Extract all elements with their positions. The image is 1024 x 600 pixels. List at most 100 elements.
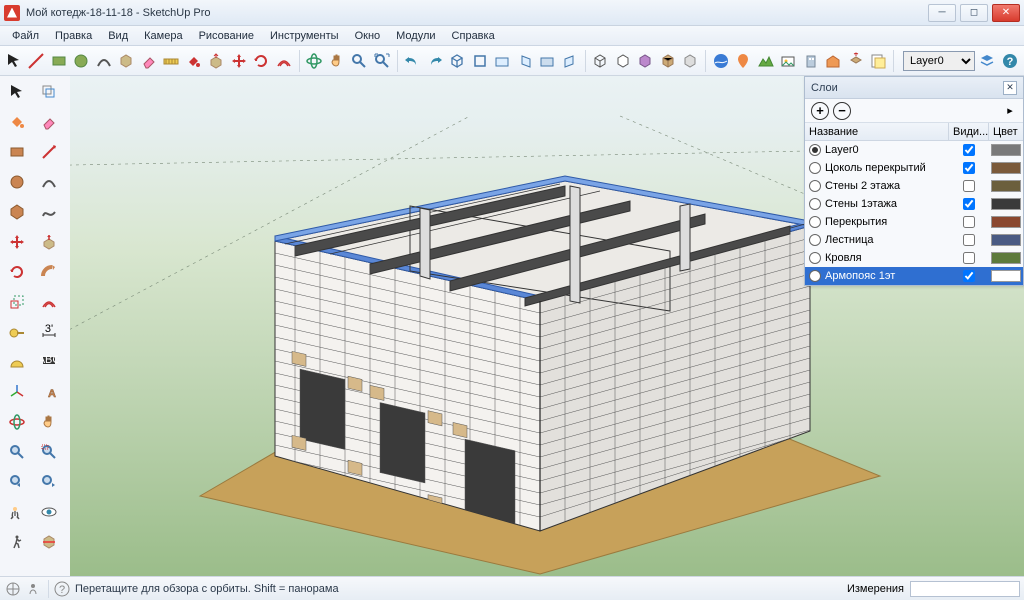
layout-icon[interactable] (869, 50, 889, 72)
delete-layer-icon[interactable]: − (833, 102, 851, 120)
undo-icon[interactable] (403, 50, 423, 72)
layer-color-swatch[interactable] (991, 144, 1021, 156)
dimension-tool-icon[interactable]: 3' (34, 318, 64, 346)
zoom-tool-icon[interactable] (350, 50, 370, 72)
line-tool-icon[interactable] (34, 138, 64, 166)
building-icon[interactable] (801, 50, 821, 72)
col-color[interactable]: Цвет (989, 123, 1023, 140)
menu-draw[interactable]: Рисование (191, 28, 262, 44)
share-model-icon[interactable] (846, 50, 866, 72)
iso-icon[interactable] (448, 50, 468, 72)
layer-color-swatch[interactable] (991, 198, 1021, 210)
layer-visible-checkbox[interactable] (949, 162, 989, 174)
menu-view[interactable]: Вид (100, 28, 136, 44)
section-plane-icon[interactable] (34, 528, 64, 556)
walk-tool-icon[interactable] (2, 528, 32, 556)
offset-tool-icon[interactable] (274, 50, 294, 72)
add-location-icon[interactable] (734, 50, 754, 72)
rotate-tool-icon[interactable] (252, 50, 272, 72)
credits-icon[interactable] (26, 580, 44, 598)
arc-tool-icon[interactable] (34, 168, 64, 196)
move-tool-icon[interactable] (229, 50, 249, 72)
rectangle-tool-icon[interactable] (49, 50, 69, 72)
pushpull-tool-icon[interactable] (34, 228, 64, 256)
col-name[interactable]: Название (805, 123, 949, 140)
terrain-icon[interactable] (756, 50, 776, 72)
menu-window[interactable]: Окно (347, 28, 389, 44)
layer-color-swatch[interactable] (991, 216, 1021, 228)
left-view-icon[interactable] (560, 50, 580, 72)
freehand-tool-icon[interactable] (34, 198, 64, 226)
wireframe-icon[interactable] (591, 50, 611, 72)
layers-menu-icon[interactable]: ▸ (1003, 104, 1017, 118)
position-camera-icon[interactable] (2, 498, 32, 526)
zoom-extents-icon[interactable] (372, 50, 392, 72)
right-view-icon[interactable] (515, 50, 535, 72)
layer-active-radio[interactable] (809, 144, 821, 156)
menu-help[interactable]: Справка (444, 28, 503, 44)
shaded-texture-icon[interactable] (658, 50, 678, 72)
layer-visible-checkbox[interactable] (949, 252, 989, 264)
polygon-tool-icon[interactable] (2, 198, 32, 226)
previous-view-icon[interactable] (2, 468, 32, 496)
look-around-icon[interactable] (34, 498, 64, 526)
orbit-tool-icon[interactable] (305, 50, 325, 72)
layer-visible-checkbox[interactable] (949, 144, 989, 156)
pushpull-tool-icon[interactable] (207, 50, 227, 72)
menu-edit[interactable]: Правка (47, 28, 100, 44)
layer-color-swatch[interactable] (991, 180, 1021, 192)
layer-color-swatch[interactable] (991, 270, 1021, 282)
paint-bucket-icon[interactable] (2, 108, 32, 136)
orbit-tool-icon[interactable] (2, 408, 32, 436)
layer-active-radio[interactable] (809, 162, 821, 174)
front-view-icon[interactable] (493, 50, 513, 72)
3d-warehouse-icon[interactable] (824, 50, 844, 72)
eraser-tool-icon[interactable] (34, 108, 64, 136)
layer-row[interactable]: Цоколь перекрытий (805, 159, 1023, 177)
axes-tool-icon[interactable] (2, 378, 32, 406)
component-tool-icon[interactable] (117, 50, 137, 72)
monochrome-icon[interactable] (681, 50, 701, 72)
layer-visible-checkbox[interactable] (949, 216, 989, 228)
make-component-icon[interactable] (34, 78, 64, 106)
layer-color-swatch[interactable] (991, 252, 1021, 264)
zoom-tool-icon[interactable] (2, 438, 32, 466)
layer-manager-icon[interactable] (978, 50, 998, 72)
layer-row[interactable]: Стены 1этажа (805, 195, 1023, 213)
menu-tools[interactable]: Инструменты (262, 28, 347, 44)
layer-row[interactable]: Стены 2 этажа (805, 177, 1023, 195)
google-earth-icon[interactable] (711, 50, 731, 72)
move-tool-icon[interactable] (2, 228, 32, 256)
circle-tool-icon[interactable] (72, 50, 92, 72)
tape-measure-icon[interactable] (2, 318, 32, 346)
back-view-icon[interactable] (538, 50, 558, 72)
circle-tool-icon[interactable] (2, 168, 32, 196)
layer-visible-checkbox[interactable] (949, 198, 989, 210)
layer-visible-checkbox[interactable] (949, 270, 989, 282)
layer-active-radio[interactable] (809, 180, 821, 192)
rotate-tool-icon[interactable] (2, 258, 32, 286)
layer-visible-checkbox[interactable] (949, 180, 989, 192)
tape-tool-icon[interactable] (162, 50, 182, 72)
3d-text-tool-icon[interactable]: A (34, 378, 64, 406)
redo-icon[interactable] (425, 50, 445, 72)
zoom-window-icon[interactable] (34, 438, 64, 466)
layer-color-swatch[interactable] (991, 234, 1021, 246)
offset-tool-icon[interactable] (34, 288, 64, 316)
select-tool-icon[interactable] (4, 50, 24, 72)
hidden-line-icon[interactable] (613, 50, 633, 72)
menu-plugins[interactable]: Модули (388, 28, 443, 44)
photo-texture-icon[interactable] (779, 50, 799, 72)
layer-dropdown[interactable]: Layer0 (903, 51, 975, 71)
scale-tool-icon[interactable] (2, 288, 32, 316)
help-status-icon[interactable]: ? (53, 580, 71, 598)
protractor-tool-icon[interactable] (2, 348, 32, 376)
viewport-3d[interactable]: Слои ✕ + − ▸ Название Види... Цвет Layer… (70, 76, 1024, 576)
close-icon[interactable]: ✕ (1003, 81, 1017, 95)
layer-row[interactable]: Лестница (805, 231, 1023, 249)
layers-panel-title[interactable]: Слои ✕ (805, 77, 1023, 99)
top-view-icon[interactable] (470, 50, 490, 72)
layer-active-radio[interactable] (809, 216, 821, 228)
followme-tool-icon[interactable] (34, 258, 64, 286)
add-layer-icon[interactable]: + (811, 102, 829, 120)
